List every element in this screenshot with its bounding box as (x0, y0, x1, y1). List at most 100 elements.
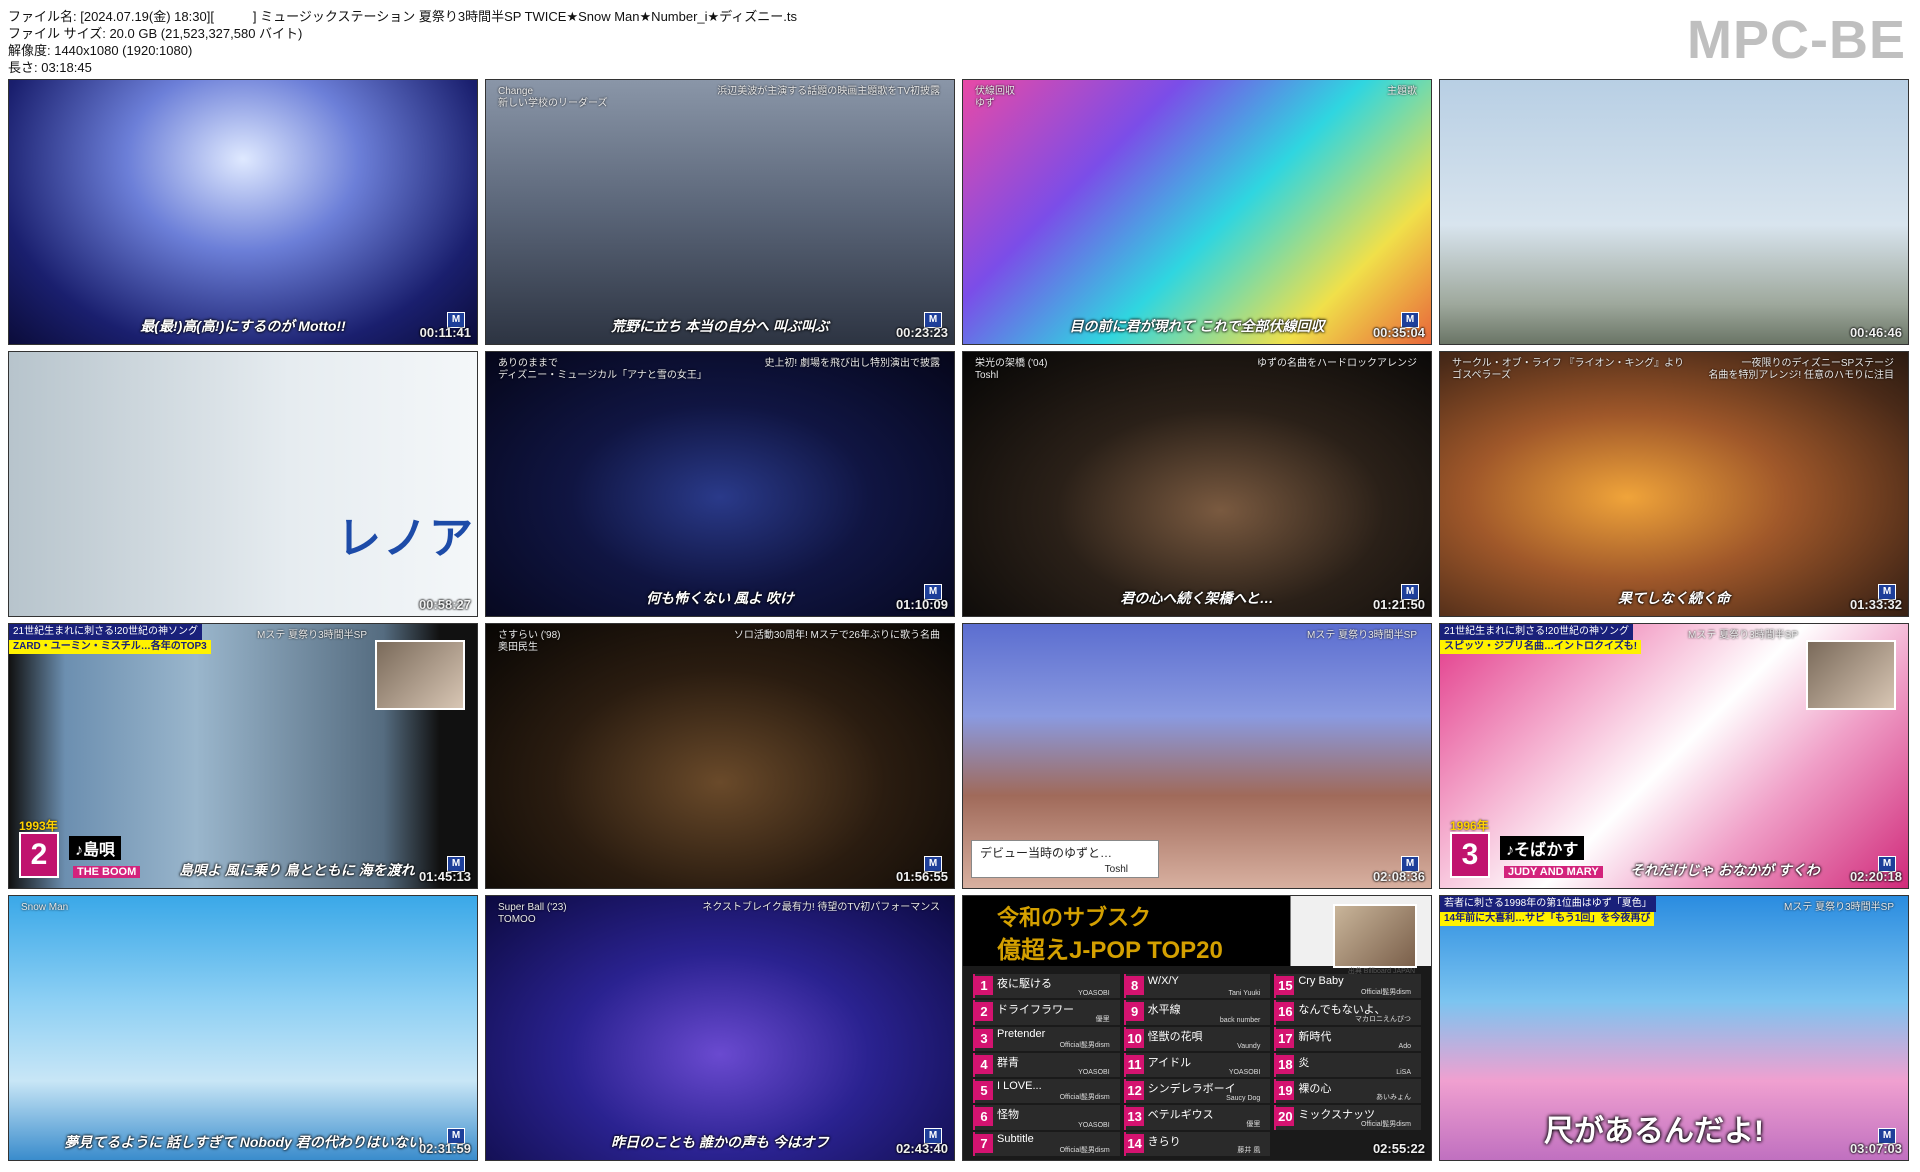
ranking-number: 9 (1125, 1002, 1144, 1022)
impact-caption: 尺があるんだよ! (1544, 1115, 1764, 1148)
ranking-number: 20 (1276, 1107, 1295, 1127)
timestamp: 00:11:41 (419, 325, 471, 340)
thumbnail[interactable]: 最(最!)高(高!)にするのが Motto!! M 00:11:41 (8, 79, 478, 345)
timestamp: 02:08:36 (1372, 869, 1425, 884)
segment-banner: 若者に刺さる1998年の第1位曲はゆず「夏色」 (1440, 896, 1656, 912)
ranking-song: 夜に駆ける (997, 978, 1052, 990)
ranking-row: 18 炎 LiSA (1274, 1052, 1421, 1078)
program-caption: Mステ 夏祭り3時間半SP (1783, 902, 1894, 913)
rank-song: ♪そばかす (1500, 836, 1585, 860)
ranking-number: 10 (1125, 1028, 1144, 1048)
picture-in-picture (375, 640, 465, 710)
ranking-song: ドライフラワー (997, 1004, 1074, 1017)
segment-subbanner: スピッツ・ジブリ名曲…イントロクイズも! (1440, 640, 1642, 654)
thumbnail[interactable]: 00:46:46 (1439, 79, 1909, 345)
thumbnail[interactable]: Mステ 夏祭り3時間半SP デビュー当時のゆずと… Toshl M 02:08:… (962, 623, 1432, 889)
ranking-song: アイドル (1147, 1056, 1192, 1069)
ranking-song: Cry Baby (1298, 975, 1344, 987)
rank-badge: 3 (1450, 832, 1490, 878)
segment-banner: 21世紀生まれに刺さる!20世紀の神ソング (1440, 624, 1634, 640)
ranking-artist: back number (1219, 1016, 1261, 1024)
ranking-artist: Official髭男dism (1360, 989, 1411, 997)
thumbnail[interactable]: レノア 00:58:27 (8, 351, 478, 617)
thumbnail[interactable]: サークル・オブ・ライフ 『ライオン・キング』より ゴスペラーズ 一夜限りのディズ… (1439, 351, 1909, 617)
program-caption: Mステ 夏祭り3時間半SP (1306, 630, 1417, 641)
ranking-number: 5 (975, 1081, 993, 1101)
file-info: ファイル名: [2024.07.19(金) 18:30][ ] ミュージックステ… (8, 8, 797, 76)
ranking-number: 4 (975, 1054, 993, 1074)
song-caption: Snow Man (21, 902, 69, 913)
ranking-song: W/X/Y (1147, 975, 1179, 987)
ranking-row: 5 I LOVE... Official髭男dism (973, 1079, 1120, 1104)
ranking-row: 10 怪獣の花唄 Vaundy (1123, 1026, 1271, 1051)
ranking-artist: Official髭男dism (1059, 1147, 1110, 1154)
subtitle: 昨日のことも 誰かの声も 今はオフ (611, 1134, 829, 1150)
ranking-row: 20 ミックスナッツ Official髭男dism (1274, 1105, 1421, 1130)
ranking-artist: Official髭男dism (1360, 1120, 1411, 1128)
thumbnail[interactable]: 栄光の架橋 ('04) Toshl ゆずの名曲をハードロックアレンジ 君の心へ続… (962, 351, 1432, 617)
thumbnail-grid: 最(最!)高(高!)にするのが Motto!! M 00:11:41 Chang… (8, 79, 1909, 1161)
chart-title-line1: 令和のサブスク (997, 905, 1152, 930)
picture-in-picture (1806, 640, 1896, 710)
segment-banner: 21世紀生まれに刺さる!20世紀の神ソング (9, 624, 203, 640)
ranking-row: 16 なんでもないよ、 マカロニえんぴつ (1274, 1000, 1421, 1025)
resolution: 解像度: 1440x1080 (1920:1080) (8, 43, 193, 58)
thumbnail[interactable]: 令和のサブスク 億超えJ-POP TOP20 出典 Billboard JAPA… (962, 895, 1432, 1161)
ranking-artist: Vaundy (1237, 1042, 1261, 1050)
thumbnail[interactable]: 伏線回収 ゆず 主題歌 目の前に君が現れて これで全部伏線回収 M 00:35:… (962, 79, 1432, 345)
ranking-song: 裸の心 (1298, 1083, 1332, 1096)
timestamp: 01:45:13 (418, 869, 471, 884)
ranking-song: きらり (1147, 1135, 1181, 1148)
thumbnail[interactable]: 21世紀生まれに刺さる!20世紀の神ソング スピッツ・ジブリ名曲…イントロクイズ… (1439, 623, 1909, 889)
timestamp: 02:55:22 (1372, 1141, 1425, 1156)
thumbnail[interactable]: Snow Man 夢見てるように 話しすぎて Nobody 君の代わりはいない … (8, 895, 478, 1161)
ranking-number: 18 (1276, 1054, 1295, 1074)
timestamp: 02:20:18 (1849, 869, 1902, 884)
ranking-song: 水平線 (1147, 1004, 1181, 1017)
subtitle: 目の前に君が現れて これで全部伏線回収 (1069, 318, 1325, 334)
subtitle: 君の心へ続く架橋へと… (1120, 590, 1274, 606)
ranking-row: 9 水平線 back number (1123, 1000, 1271, 1025)
ranking-row: 13 ベテルギウス 優里 (1123, 1105, 1271, 1130)
ranking-artist: YOASOBI (1078, 1121, 1110, 1129)
thumbnail[interactable]: 21世紀生まれに刺さる!20世紀の神ソング ZARD・ユーミン・ミスチル…各年の… (8, 623, 478, 889)
ranking-artist: YOASOBI (1078, 990, 1110, 998)
timestamp: 01:21:50 (1372, 597, 1425, 612)
rank-badge: 2 (19, 832, 59, 878)
ranking-row: 12 シンデレラボーイ Saucy Dog (1123, 1079, 1271, 1104)
ranking-artist: LiSA (1396, 1069, 1411, 1077)
caption-card-text: デビュー当時のゆずと… (980, 846, 1113, 860)
ranking-number: 6 (975, 1107, 993, 1127)
song-caption: 栄光の架橋 ('04) Toshl (975, 358, 1048, 381)
thumbnail[interactable]: Super Ball ('23) TOMOO ネクストブレイク最有力! 待望のT… (485, 895, 955, 1161)
info-caption: ソロ活動30周年! Mステで26年ぶりに歌う名曲 (733, 630, 940, 641)
thumbnail[interactable]: Change 新しい学校のリーダーズ 浜辺美波が主演する話題の映画主題歌をTV初… (485, 79, 955, 345)
info-caption: ネクストブレイク最有力! 待望のTV初パフォーマンス (702, 902, 940, 913)
ranking-song: 群青 (997, 1056, 1019, 1069)
file-size: ファイル サイズ: 20.0 GB (21,523,327,580 バイト) (8, 26, 303, 41)
thumbnail[interactable]: さすらい ('98) 奥田民生 ソロ活動30周年! Mステで26年ぶりに歌う名曲… (485, 623, 955, 889)
ranking-number: 12 (1125, 1081, 1144, 1101)
ranking-row: 17 新時代 Ado (1274, 1026, 1421, 1051)
subtitle: 夢見てるように 話しすぎて Nobody 君の代わりはいない (64, 1134, 422, 1150)
duration: 長さ: 03:18:45 (8, 60, 92, 75)
thumbnail[interactable]: ありのままで ディズニー・ミュージカル「アナと雪の女王」 史上初! 劇場を飛び出… (485, 351, 955, 617)
ranking-number: 13 (1125, 1107, 1144, 1127)
info-caption: ゆずの名曲をハードロックアレンジ (1257, 358, 1417, 369)
thumbnail[interactable]: 若者に刺さる1998年の第1位曲はゆず「夏色」 14年前に大喜利…サビ「もう1回… (1439, 895, 1909, 1161)
song-caption: サークル・オブ・ライフ 『ライオン・キング』より ゴスペラーズ (1452, 358, 1684, 381)
caption-card: デビュー当時のゆずと… Toshl (971, 840, 1159, 878)
info-caption: 一夜限りのディズニーSPステージ 名曲を特別アレンジ! 任意のハモりに注目 (1708, 358, 1894, 381)
ranking-number: 2 (975, 1002, 993, 1022)
ranking-number: 11 (1125, 1054, 1144, 1074)
ranking-song: 新時代 (1298, 1030, 1332, 1043)
info-caption: 史上初! 劇場を飛び出し特別演出で披露 (764, 358, 940, 369)
timestamp: 01:33:32 (1849, 597, 1902, 612)
ranking-row: 15 Cry Baby Official髭男dism (1274, 974, 1421, 999)
info-caption: 浜辺美波が主演する話題の映画主題歌をTV初披露 (717, 86, 940, 97)
ranking-artist: Official髭男dism (1059, 1094, 1110, 1102)
ranking-row: 6 怪物 YOASOBI (973, 1105, 1120, 1130)
timestamp: 01:10:09 (895, 597, 948, 612)
ranking-artist: マカロニえんぴつ (1355, 1015, 1411, 1023)
ranking-number: 15 (1276, 976, 1295, 995)
